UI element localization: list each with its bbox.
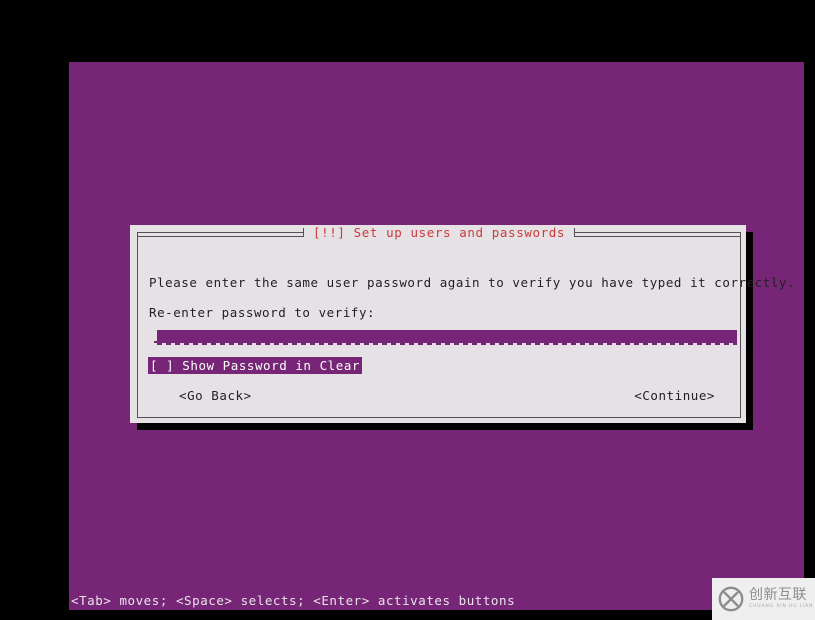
watermark: 创新互联 CHUANG XIN HU LIAN — [712, 578, 815, 620]
show-password-in-clear-checkbox[interactable]: [ ] Show Password in Clear — [148, 357, 362, 374]
dialog-title-bar: [!!] Set up users and passwords — [137, 225, 741, 241]
title-rule-left — [137, 228, 305, 237]
title-rule-right — [573, 228, 741, 237]
reenter-password-label: Re-enter password to verify: — [149, 305, 376, 320]
go-back-button[interactable]: <Go Back> — [179, 388, 252, 403]
dialog-buttons: <Go Back> <Continue> — [139, 388, 739, 406]
password-input[interactable] — [154, 330, 737, 345]
password-verify-instruction: Please enter the same user password agai… — [149, 275, 796, 290]
keyboard-help-text: <Tab> moves; <Space> selects; <Enter> ac… — [71, 593, 516, 608]
dialog-title: [!!] Set up users and passwords — [304, 225, 574, 241]
watermark-text: 创新互联 CHUANG XIN HU LIAN — [749, 588, 813, 610]
continue-button[interactable]: <Continue> — [634, 388, 715, 403]
set-up-users-and-passwords-dialog: [!!] Set up users and passwords Please e… — [130, 225, 795, 423]
circled-x-icon — [718, 586, 744, 612]
dialog-body: Please enter the same user password agai… — [139, 243, 795, 416]
password-field-fill — [157, 330, 737, 343]
watermark-pinyin: CHUANG XIN HU LIAN — [749, 604, 814, 609]
password-field-underline — [157, 343, 737, 345]
watermark-chinese: 创新互联 — [749, 587, 807, 603]
installer-screen: [!!] Set up users and passwords Please e… — [0, 0, 815, 620]
status-bar: <Tab> moves; <Space> selects; <Enter> ac… — [69, 592, 804, 610]
